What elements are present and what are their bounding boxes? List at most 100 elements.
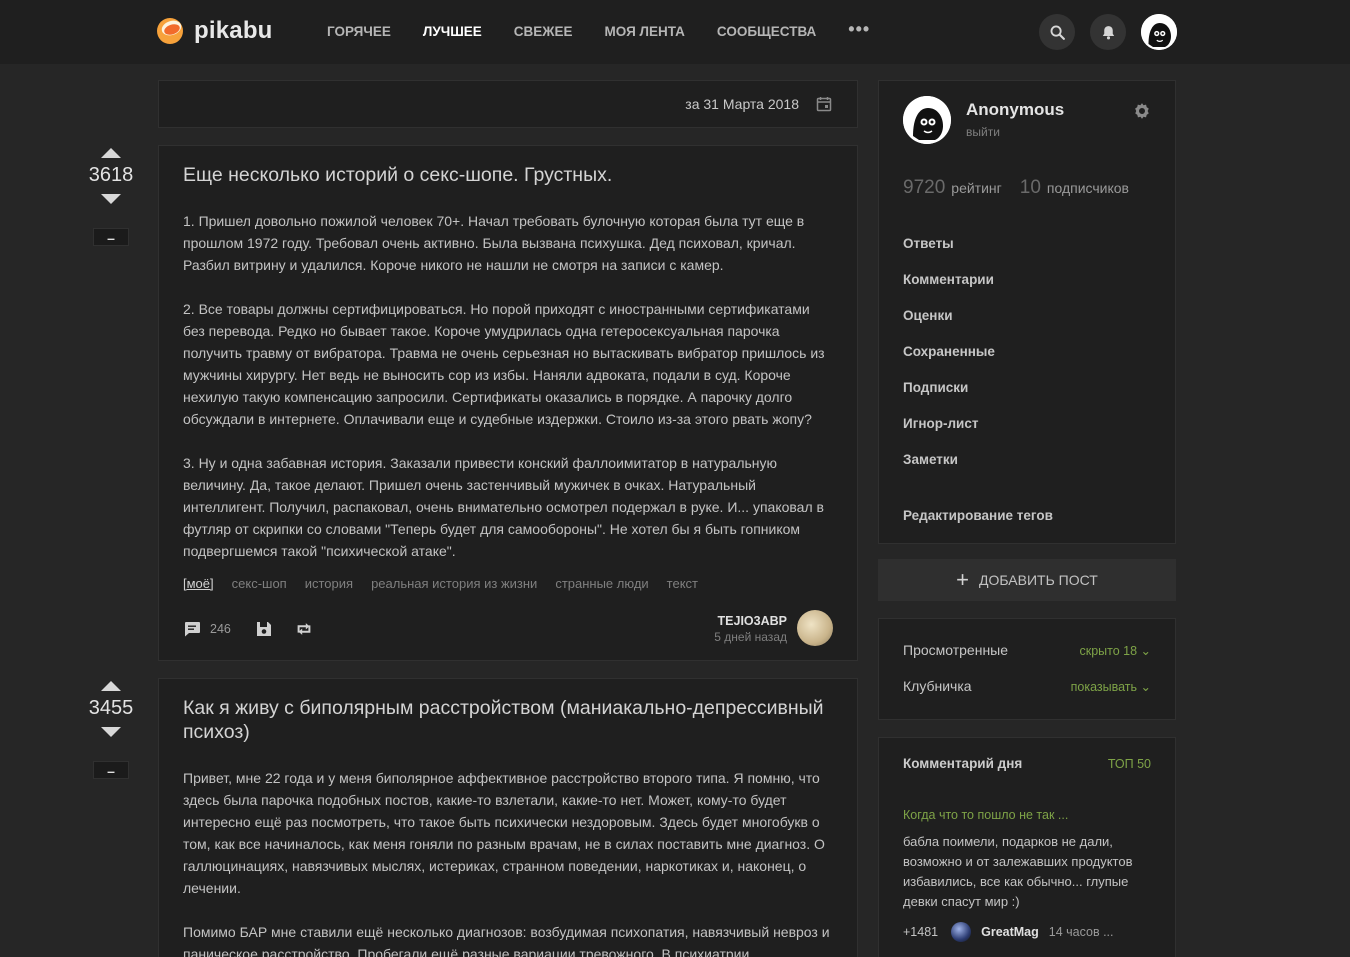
logo-text: pikabu <box>194 17 273 44</box>
story-paragraph: 2. Все товары должны сертифицироваться. … <box>183 301 825 427</box>
save-icon <box>257 622 271 636</box>
comment-of-day-title: Комментарий дня <box>903 756 1023 771</box>
downvote-icon[interactable] <box>101 194 121 204</box>
profile-stats: 9720 рейтинг 10 подписчиков <box>903 177 1147 199</box>
comment-footer: +1481 GreatMag 14 часов ... <box>903 922 1113 942</box>
story-rating: 3455 <box>88 697 134 719</box>
filter-viewed-toggle[interactable]: скрыто 18 ⌄ <box>1079 643 1151 658</box>
story-paragraph: Привет, мне 22 года и у меня биполярное … <box>183 770 825 896</box>
add-post-label: ДОБАВИТЬ ПОСТ <box>979 572 1098 588</box>
tag-link[interactable]: текст <box>667 576 698 591</box>
menu-ignore-list[interactable]: Игнор-лист <box>903 414 1053 450</box>
story-card: Как я живу с биполярным расстройством (м… <box>158 678 858 957</box>
story-title[interactable]: Как я живу с биполярным расстройством (м… <box>159 696 857 744</box>
menu-ratings[interactable]: Оценки <box>903 306 1053 342</box>
nav-fresh[interactable]: СВЕЖЕЕ <box>514 22 573 42</box>
comments-button[interactable]: 246 <box>183 620 231 638</box>
date-filter-bar: за 31 Марта 2018 <box>158 80 858 128</box>
date-filter-label[interactable]: за 31 Марта 2018 <box>685 96 799 112</box>
story-rating: 3618 <box>88 164 134 186</box>
story-paragraph: 1. Пришел довольно пожилой человек 70+. … <box>183 213 805 273</box>
downvote-icon[interactable] <box>101 727 121 737</box>
logout-link[interactable]: выйти <box>966 125 1000 139</box>
comment-votes: +1481 <box>903 925 939 939</box>
rating-label: рейтинг <box>951 180 1002 196</box>
menu-subscriptions[interactable]: Подписки <box>903 378 1053 414</box>
filter-viewed-label: Просмотренные <box>903 642 1009 658</box>
more-menu-icon[interactable]: ••• <box>848 20 870 42</box>
main-nav: ГОРЯЧЕЕ ЛУЧШЕЕ СВЕЖЕЕ МОЯ ЛЕНТА СООБЩЕСТ… <box>311 20 886 42</box>
commenter-name[interactable]: GreatMag <box>981 925 1039 939</box>
anonymous-avatar-icon <box>903 96 951 144</box>
story-paragraph: Помимо БАР мне ставили ещё несколько диа… <box>183 924 830 957</box>
calendar-icon[interactable] <box>816 96 832 112</box>
search-icon <box>1050 25 1065 40</box>
profile-avatar[interactable] <box>903 96 951 144</box>
menu-edit-tags[interactable]: Редактирование тегов <box>903 506 1053 542</box>
tag-link[interactable]: реальная история из жизни <box>371 576 537 591</box>
comments-count: 246 <box>210 622 231 636</box>
comment-story-link[interactable]: Когда что то пошло не так ... <box>903 808 1068 822</box>
nav-communities[interactable]: СООБЩЕСТВА <box>717 22 816 42</box>
story-vote-panel: 3618 – <box>86 148 136 246</box>
story-title[interactable]: Еще несколько историй о секс-шопе. Груст… <box>159 163 857 187</box>
filter-nsfw: Клубничка показывать ⌄ <box>903 678 1151 698</box>
comment-text: бабла поимели, подарков не дали, возможн… <box>903 834 1133 909</box>
filters-panel: Просмотренные скрыто 18 ⌄ Клубничка пока… <box>878 618 1176 720</box>
story-footer: 246 TEJIO3ABP 5 дней назад <box>183 610 833 646</box>
subscribers-value: 10 <box>1019 177 1041 198</box>
filter-viewed: Просмотренные скрыто 18 ⌄ <box>903 642 1151 662</box>
tag-link[interactable]: [моё] <box>183 576 214 591</box>
upvote-icon[interactable] <box>101 148 121 158</box>
story-author: TEJIO3ABP 5 дней назад <box>714 614 787 644</box>
story-card: Еще несколько историй о секс-шопе. Груст… <box>158 145 858 661</box>
gear-icon[interactable] <box>1133 102 1151 120</box>
user-avatar[interactable] <box>1141 14 1177 50</box>
collapse-story-button[interactable]: – <box>93 761 129 779</box>
comment-of-day-panel: Комментарий дня ТОП 50 Когда что то пошл… <box>878 737 1176 957</box>
filter-nsfw-toggle[interactable]: показывать ⌄ <box>1071 679 1151 694</box>
upvote-icon[interactable] <box>101 681 121 691</box>
top-header: pikabu ГОРЯЧЕЕ ЛУЧШЕЕ СВЕЖЕЕ МОЯ ЛЕНТА С… <box>0 0 1350 64</box>
filter-nsfw-label: Клубничка <box>903 678 972 694</box>
share-button[interactable] <box>295 620 313 638</box>
pikabu-logo-icon <box>157 18 183 44</box>
nav-hot[interactable]: ГОРЯЧЕЕ <box>327 22 391 42</box>
collapse-story-button[interactable]: – <box>93 228 129 246</box>
search-button[interactable] <box>1039 14 1075 50</box>
story-content: 1. Пришел довольно пожилой человек 70+. … <box>159 210 857 562</box>
bell-icon <box>1102 25 1114 39</box>
rating-value: 9720 <box>903 177 946 198</box>
tag-link[interactable]: секс-шоп <box>232 576 287 591</box>
save-button[interactable] <box>255 620 273 638</box>
menu-saved[interactable]: Сохраненные <box>903 342 1053 378</box>
add-post-button[interactable]: + ДОБАВИТЬ ПОСТ <box>878 559 1176 601</box>
profile-name[interactable]: Anonymous <box>966 100 1064 120</box>
top50-link[interactable]: ТОП 50 <box>1108 757 1151 771</box>
subscribers-label[interactable]: подписчиков <box>1047 180 1129 196</box>
menu-notes[interactable]: Заметки <box>903 450 1053 486</box>
nav-best[interactable]: ЛУЧШЕЕ <box>423 22 482 42</box>
nav-my-feed[interactable]: МОЯ ЛЕНТА <box>605 22 685 42</box>
comment-time: 14 часов ... <box>1048 925 1114 939</box>
story-time: 5 дней назад <box>714 630 787 644</box>
menu-answers[interactable]: Ответы <box>903 234 1053 270</box>
commenter-avatar[interactable] <box>951 922 972 942</box>
notifications-button[interactable] <box>1090 14 1126 50</box>
comment-icon <box>185 622 200 637</box>
plus-icon: + <box>956 567 970 592</box>
repost-icon <box>297 623 311 635</box>
menu-comments[interactable]: Комментарии <box>903 270 1053 306</box>
tag-link[interactable]: странные люди <box>555 576 648 591</box>
story-tags: [моё] секс-шоп история реальная история … <box>159 576 857 591</box>
profile-menu: Ответы Комментарии Оценки Сохраненные По… <box>903 234 1053 542</box>
anonymous-avatar-icon <box>1141 14 1177 50</box>
author-name[interactable]: TEJIO3ABP <box>714 614 787 628</box>
pikabu-logo[interactable]: pikabu <box>155 16 273 46</box>
story-paragraph: 3. Ну и одна забавная история. Заказали … <box>183 455 824 559</box>
profile-panel: Anonymous выйти 9720 рейтинг 10 подписчи… <box>878 80 1176 544</box>
tag-link[interactable]: история <box>305 576 353 591</box>
author-avatar[interactable] <box>797 610 833 646</box>
story-content: Привет, мне 22 года и у меня биполярное … <box>159 767 857 957</box>
story-vote-panel: 3455 – <box>86 681 136 779</box>
